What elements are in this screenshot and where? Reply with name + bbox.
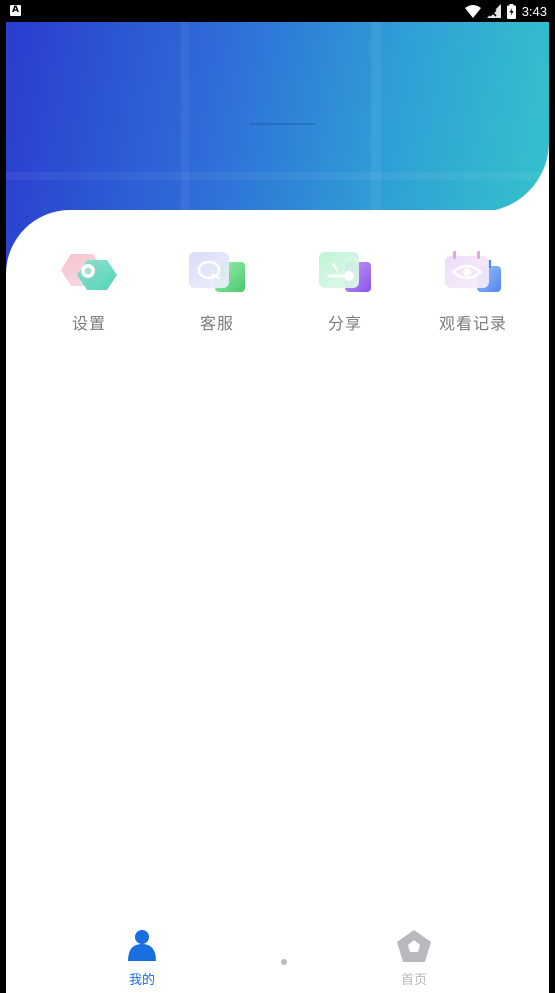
- quick-menu: 设置 客服 分享 观看记录: [6, 244, 549, 344]
- watch-history-icon: [441, 248, 505, 298]
- home-icon: [397, 930, 431, 962]
- menu-item-customer-service[interactable]: 客服: [162, 244, 272, 344]
- nav-item-label: 首页: [400, 973, 427, 988]
- menu-item-share[interactable]: 分享: [290, 244, 400, 344]
- customer-service-icon: [185, 248, 249, 298]
- bottom-nav: 我的 首页: [6, 917, 549, 993]
- app-badge: A: [10, 5, 21, 16]
- menu-item-label: 设置: [71, 314, 106, 333]
- menu-item-watch-history[interactable]: 观看记录: [418, 244, 528, 344]
- user-icon: [128, 930, 156, 961]
- nav-indicator-dot: [281, 959, 287, 965]
- nav-item-mine[interactable]: 我的: [102, 929, 182, 988]
- menu-item-settings[interactable]: 设置: [34, 244, 144, 344]
- battery-icon: [506, 3, 516, 19]
- wifi-icon: [464, 4, 481, 18]
- settings-icon: [57, 248, 121, 298]
- nav-item-label: 我的: [128, 973, 155, 988]
- menu-item-label: 观看记录: [438, 314, 507, 333]
- status-time: 3:43: [521, 3, 547, 19]
- menu-item-label: 客服: [199, 314, 234, 333]
- status-bar: A 3:43: [0, 0, 555, 22]
- share-icon: [313, 248, 377, 298]
- menu-item-label: 分享: [327, 314, 362, 333]
- nav-item-home[interactable]: 首页: [374, 929, 454, 988]
- profile-screen: 设置 客服 分享 观看记录 我的 首页: [6, 22, 549, 993]
- hero-banner-top: [6, 22, 549, 212]
- signal-icon: [486, 4, 501, 18]
